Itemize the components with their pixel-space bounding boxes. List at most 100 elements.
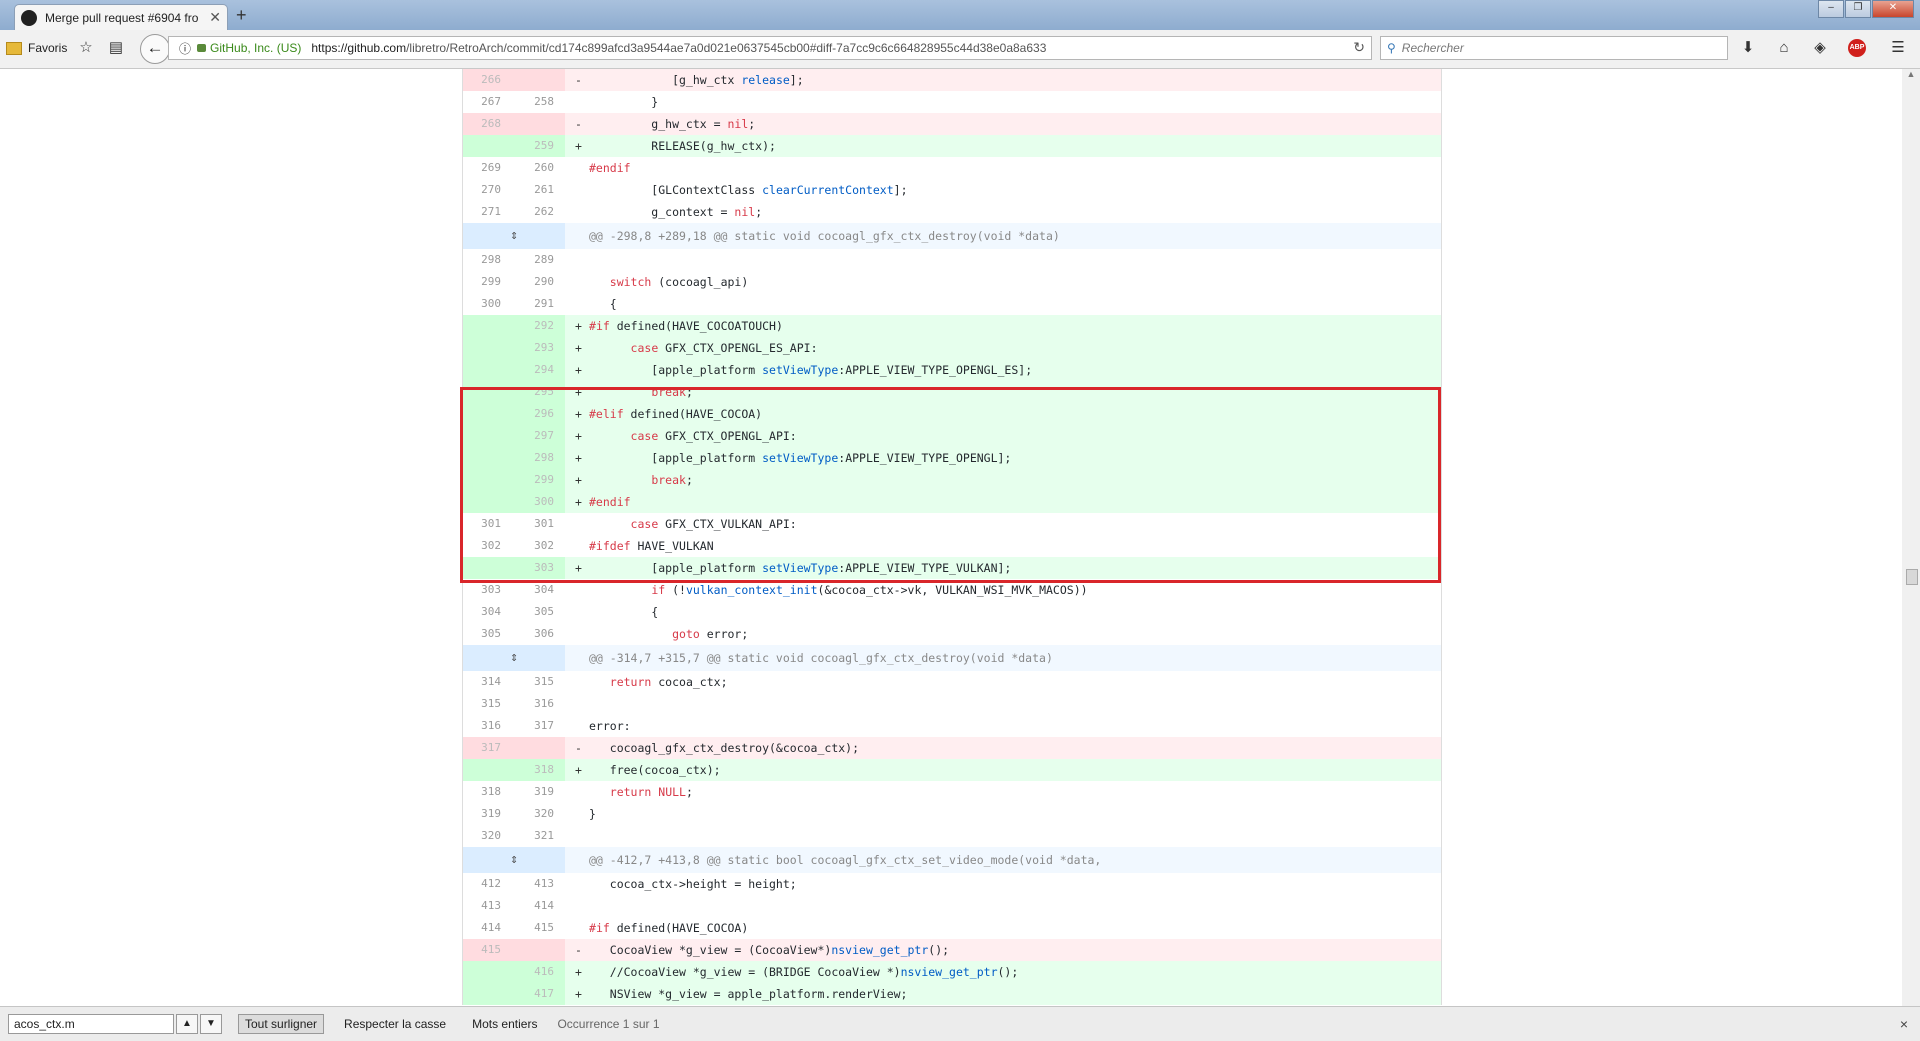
old-line-number[interactable]: 414 <box>463 917 512 939</box>
old-line-number[interactable] <box>463 403 512 425</box>
new-line-number[interactable]: 259 <box>512 135 565 157</box>
scroll-up-arrow-icon[interactable]: ▲ <box>1902 69 1920 85</box>
new-line-number[interactable]: 298 <box>512 447 565 469</box>
old-line-number[interactable] <box>463 315 512 337</box>
old-line-number[interactable] <box>463 469 512 491</box>
old-line-number[interactable]: 267 <box>463 91 512 113</box>
expand-lines-icon[interactable]: ⇕ <box>463 645 565 671</box>
old-line-number[interactable] <box>463 961 512 983</box>
new-line-number[interactable]: 315 <box>512 671 565 693</box>
new-line-number[interactable]: 289 <box>512 249 565 271</box>
new-line-number[interactable]: 416 <box>512 961 565 983</box>
old-line-number[interactable]: 415 <box>463 939 512 961</box>
maximize-button[interactable]: ❐ <box>1845 0 1871 18</box>
new-line-number[interactable]: 305 <box>512 601 565 623</box>
find-input[interactable]: acos_ctx.m <box>8 1014 174 1034</box>
new-line-number[interactable]: 414 <box>512 895 565 917</box>
scrollbar[interactable]: ▲ <box>1902 69 1920 1006</box>
new-line-number[interactable] <box>512 69 565 91</box>
old-line-number[interactable]: 298 <box>463 249 512 271</box>
old-line-number[interactable]: 266 <box>463 69 512 91</box>
old-line-number[interactable] <box>463 557 512 579</box>
find-next-button[interactable]: ▼ <box>200 1014 222 1034</box>
old-line-number[interactable]: 317 <box>463 737 512 759</box>
new-line-number[interactable]: 318 <box>512 759 565 781</box>
old-line-number[interactable]: 305 <box>463 623 512 645</box>
new-line-number[interactable]: 321 <box>512 825 565 847</box>
old-line-number[interactable]: 320 <box>463 825 512 847</box>
old-line-number[interactable]: 413 <box>463 895 512 917</box>
new-line-number[interactable]: 292 <box>512 315 565 337</box>
find-close-icon[interactable]: × <box>1900 1016 1908 1032</box>
new-line-number[interactable]: 301 <box>512 513 565 535</box>
old-line-number[interactable]: 268 <box>463 113 512 135</box>
new-line-number[interactable] <box>512 737 565 759</box>
match-case-button[interactable]: Respecter la casse <box>338 1015 452 1033</box>
old-line-number[interactable]: 316 <box>463 715 512 737</box>
new-line-number[interactable]: 306 <box>512 623 565 645</box>
new-tab-button[interactable]: + <box>236 5 247 26</box>
old-line-number[interactable]: 302 <box>463 535 512 557</box>
old-line-number[interactable]: 271 <box>463 201 512 223</box>
highlight-all-button[interactable]: Tout surligner <box>238 1014 325 1034</box>
new-line-number[interactable]: 291 <box>512 293 565 315</box>
old-line-number[interactable]: 315 <box>463 693 512 715</box>
reader-list-icon[interactable]: ▤ <box>106 38 126 58</box>
old-line-number[interactable] <box>463 337 512 359</box>
new-line-number[interactable]: 258 <box>512 91 565 113</box>
new-line-number[interactable]: 319 <box>512 781 565 803</box>
old-line-number[interactable]: 300 <box>463 293 512 315</box>
home-icon[interactable]: ⌂ <box>1774 38 1794 58</box>
minimize-button[interactable]: – <box>1818 0 1844 18</box>
close-window-button[interactable]: ✕ <box>1872 0 1914 18</box>
new-line-number[interactable]: 415 <box>512 917 565 939</box>
new-line-number[interactable]: 413 <box>512 873 565 895</box>
menu-icon[interactable]: ☰ <box>1888 38 1908 58</box>
new-line-number[interactable] <box>512 939 565 961</box>
old-line-number[interactable] <box>463 135 512 157</box>
info-icon[interactable]: ⓘ <box>179 40 191 57</box>
new-line-number[interactable]: 261 <box>512 179 565 201</box>
address-bar[interactable]: ⓘ GitHub, Inc. (US) https://github.com/l… <box>168 36 1372 60</box>
old-line-number[interactable]: 412 <box>463 873 512 895</box>
reload-icon[interactable]: ↻ <box>1353 39 1365 56</box>
old-line-number[interactable] <box>463 425 512 447</box>
new-line-number[interactable]: 262 <box>512 201 565 223</box>
old-line-number[interactable]: 303 <box>463 579 512 601</box>
new-line-number[interactable]: 260 <box>512 157 565 179</box>
whole-words-button[interactable]: Mots entiers <box>466 1015 543 1033</box>
old-line-number[interactable] <box>463 759 512 781</box>
new-line-number[interactable]: 296 <box>512 403 565 425</box>
old-line-number[interactable]: 299 <box>463 271 512 293</box>
new-line-number[interactable]: 295 <box>512 381 565 403</box>
new-line-number[interactable]: 320 <box>512 803 565 825</box>
new-line-number[interactable]: 417 <box>512 983 565 1005</box>
new-line-number[interactable]: 304 <box>512 579 565 601</box>
star-icon[interactable]: ☆ <box>76 38 96 58</box>
new-line-number[interactable]: 316 <box>512 693 565 715</box>
adblock-icon[interactable]: ABP <box>1848 39 1866 57</box>
old-line-number[interactable]: 319 <box>463 803 512 825</box>
old-line-number[interactable]: 304 <box>463 601 512 623</box>
scrollbar-thumb[interactable] <box>1906 569 1918 585</box>
new-line-number[interactable]: 300 <box>512 491 565 513</box>
new-line-number[interactable]: 302 <box>512 535 565 557</box>
back-button[interactable]: ← <box>140 34 170 64</box>
old-line-number[interactable]: 318 <box>463 781 512 803</box>
search-input[interactable]: ⚲ Rechercher <box>1380 36 1728 60</box>
new-line-number[interactable]: 293 <box>512 337 565 359</box>
old-line-number[interactable] <box>463 983 512 1005</box>
old-line-number[interactable] <box>463 447 512 469</box>
new-line-number[interactable]: 294 <box>512 359 565 381</box>
download-icon[interactable]: ⬇ <box>1738 38 1758 58</box>
expand-lines-icon[interactable]: ⇕ <box>463 223 565 249</box>
new-line-number[interactable]: 297 <box>512 425 565 447</box>
new-line-number[interactable]: 299 <box>512 469 565 491</box>
old-line-number[interactable]: 314 <box>463 671 512 693</box>
new-line-number[interactable]: 317 <box>512 715 565 737</box>
old-line-number[interactable]: 301 <box>463 513 512 535</box>
new-line-number[interactable] <box>512 113 565 135</box>
old-line-number[interactable] <box>463 381 512 403</box>
old-line-number[interactable] <box>463 359 512 381</box>
tab-close-icon[interactable]: ✕ <box>209 9 221 26</box>
